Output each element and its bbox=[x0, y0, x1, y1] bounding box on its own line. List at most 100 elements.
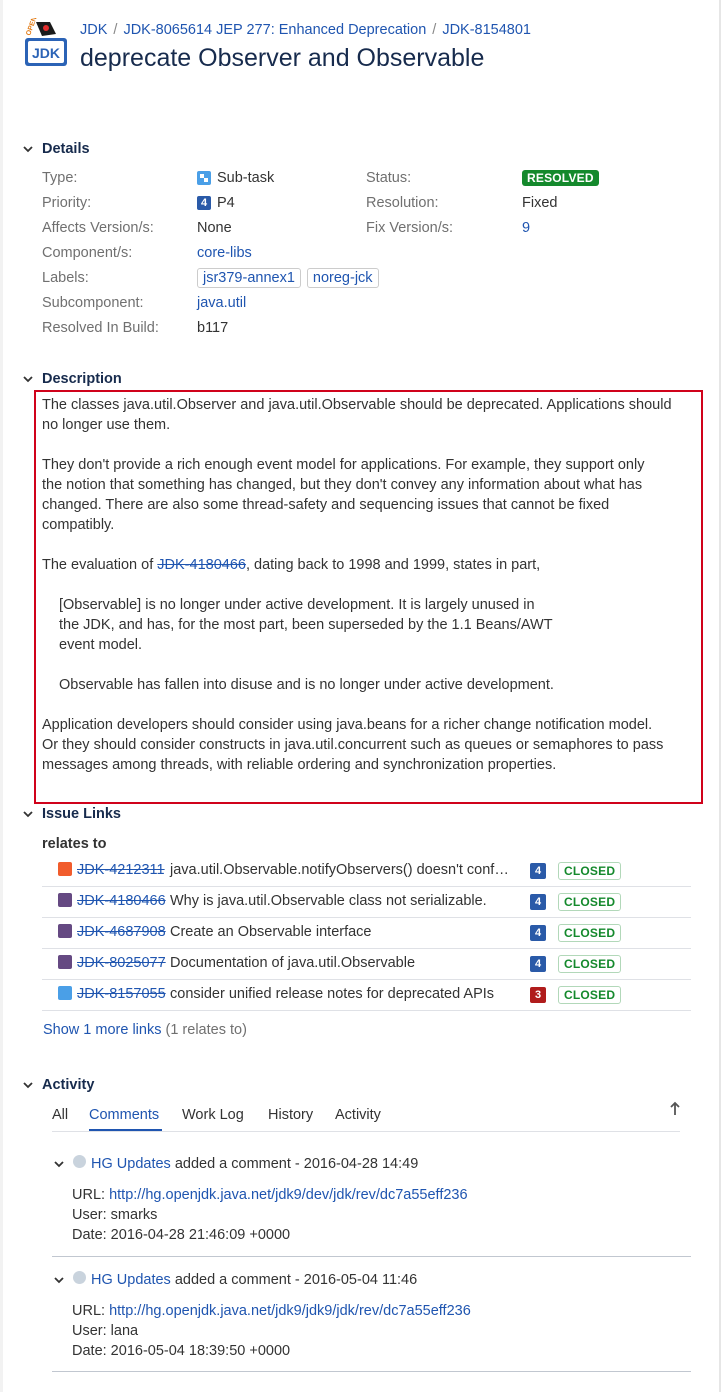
issue-page: JDK OPEN JDK / JDK-8065614 JEP 277: Enhanc… bbox=[0, 0, 721, 1392]
quote-line: [Observable] is no longer under active d… bbox=[59, 597, 535, 613]
issue-link-row[interactable]: JDK-4687908 Create an Observable interfac… bbox=[42, 917, 691, 949]
labels-list: jsr379-annex1 noreg-jck bbox=[197, 268, 385, 288]
comment-user: User: smarks bbox=[72, 1207, 158, 1223]
breadcrumb-parent-link[interactable]: JDK-8065614 JEP 277: Enhanced Deprecatio… bbox=[123, 22, 426, 38]
tab-history[interactable]: History bbox=[268, 1107, 313, 1123]
linked-issue-key[interactable]: JDK-8025077 bbox=[77, 955, 166, 971]
linked-issue-key[interactable]: JDK-8157055 bbox=[77, 986, 166, 1002]
issue-type-icon bbox=[58, 986, 72, 1000]
comment-url-link[interactable]: http://hg.openjdk.java.net/jdk9/jdk9/jdk… bbox=[109, 1303, 471, 1319]
linked-issue-key[interactable]: JDK-4180466 bbox=[77, 893, 166, 909]
description-line: Application developers should consider u… bbox=[42, 717, 653, 733]
comment-action: added a comment - 2016-04-28 14:49 bbox=[170, 1156, 419, 1172]
issue-link-row[interactable]: JDK-8157055 consider unified release note… bbox=[42, 979, 691, 1011]
comment-action: added a comment - 2016-05-04 11:46 bbox=[170, 1272, 418, 1288]
priority-icon: 4 bbox=[530, 894, 546, 910]
quote-line: the JDK, and has, for the most part, bee… bbox=[59, 617, 553, 633]
affects-version-value: None bbox=[197, 220, 232, 236]
resolved-in-build-label: Resolved In Build: bbox=[42, 320, 159, 336]
linked-issue-summary[interactable]: consider unified release notes for depre… bbox=[170, 986, 494, 1002]
description-line: no longer use them. bbox=[42, 417, 171, 433]
chevron-down-icon bbox=[22, 1079, 34, 1091]
quote-line: event model. bbox=[59, 637, 143, 653]
status-badge: CLOSED bbox=[558, 986, 622, 1004]
tab-activity[interactable]: Activity bbox=[335, 1107, 381, 1123]
breadcrumb-separator: / bbox=[432, 22, 437, 38]
sort-order-arrow-icon[interactable] bbox=[668, 1101, 682, 1121]
description-quote: [Observable] is no longer under active d… bbox=[59, 595, 553, 655]
priority-icon: 4 bbox=[530, 925, 546, 941]
tab-work-log[interactable]: Work Log bbox=[182, 1107, 244, 1123]
label-chip[interactable]: jsr379-annex1 bbox=[197, 268, 301, 288]
issue-link-row[interactable]: JDK-4212311 java.util.Observable.notifyOb… bbox=[42, 855, 691, 887]
breadcrumb-project-link[interactable]: JDK bbox=[80, 22, 107, 38]
comment-url-link[interactable]: http://hg.openjdk.java.net/jdk9/dev/jdk/… bbox=[109, 1187, 467, 1203]
description-line: the notion that something has changed, b… bbox=[42, 477, 643, 493]
issue-type-icon bbox=[58, 955, 72, 969]
activity-section-toggle[interactable]: Activity bbox=[22, 1077, 94, 1093]
issue-links-section-toggle[interactable]: Issue Links bbox=[22, 806, 121, 822]
description-text: , dating back to 1998 and 1999, states i… bbox=[245, 557, 541, 573]
type-text: Sub-task bbox=[217, 170, 275, 186]
subtask-icon bbox=[197, 171, 211, 185]
linked-issue-key[interactable]: JDK-4687908 bbox=[77, 924, 166, 940]
description-line: They don't provide a rich enough event m… bbox=[42, 457, 645, 473]
relates-to-heading: relates to bbox=[42, 836, 107, 852]
comment-author-link[interactable]: HG Updates bbox=[91, 1272, 171, 1288]
description-section-toggle[interactable]: Description bbox=[22, 371, 122, 387]
priority-icon: 3 bbox=[530, 987, 546, 1003]
priority-text: P4 bbox=[217, 195, 235, 211]
resolved-issue-link[interactable]: JDK-4180466 bbox=[157, 557, 246, 573]
issue-links-heading: Issue Links bbox=[42, 806, 121, 822]
linked-issue-summary[interactable]: Why is java.util.Observable class not se… bbox=[170, 893, 487, 909]
details-heading: Details bbox=[42, 141, 90, 157]
linked-issue-summary[interactable]: Create an Observable interface bbox=[170, 924, 372, 940]
subcomponent-link[interactable]: java.util bbox=[197, 295, 246, 311]
svg-text:JDK: JDK bbox=[32, 45, 60, 61]
priority-icon: 4 bbox=[530, 956, 546, 972]
comment-collapse-icon[interactable] bbox=[54, 1273, 64, 1289]
openjdk-logo-icon[interactable]: JDK OPEN bbox=[22, 16, 70, 70]
issue-link-row[interactable]: JDK-4180466 Why is java.util.Observable c… bbox=[42, 886, 691, 918]
description-paragraph: They don't provide a rich enough event m… bbox=[42, 455, 697, 535]
tab-all[interactable]: All bbox=[52, 1107, 68, 1123]
linked-issue-key[interactable]: JDK-4212311 bbox=[77, 862, 165, 878]
show-more-links-button[interactable]: Show 1 more links bbox=[43, 1022, 161, 1038]
labels-label: Labels: bbox=[42, 270, 89, 286]
linked-issue-summary[interactable]: java.util.Observable.notifyObservers() d… bbox=[170, 862, 509, 878]
fix-version-label: Fix Version/s: bbox=[366, 220, 454, 236]
breadcrumb-issue-link[interactable]: JDK-8154801 bbox=[442, 22, 531, 38]
type-value: Sub-task bbox=[197, 170, 274, 186]
description-line: compatibly. bbox=[42, 517, 115, 533]
status-label: Status: bbox=[366, 170, 412, 186]
description-paragraph: Application developers should consider u… bbox=[42, 715, 697, 775]
breadcrumb-separator: / bbox=[113, 22, 118, 38]
comment-collapse-icon[interactable] bbox=[54, 1157, 64, 1173]
component-link[interactable]: core-libs bbox=[197, 245, 252, 261]
type-label: Type: bbox=[42, 170, 78, 186]
status-badge: CLOSED bbox=[558, 862, 622, 880]
details-section-toggle[interactable]: Details bbox=[22, 141, 90, 157]
comment-user: User: lana bbox=[72, 1323, 139, 1339]
show-more-note: (1 relates to) bbox=[165, 1022, 247, 1038]
label-chip[interactable]: noreg-jck bbox=[306, 268, 379, 288]
chevron-down-icon bbox=[22, 143, 34, 155]
status-badge: RESOLVED bbox=[522, 170, 599, 186]
issue-type-icon bbox=[58, 862, 72, 876]
status-badge: CLOSED bbox=[558, 924, 622, 942]
comment-header: HG Updates added a comment - 2016-04-28 … bbox=[91, 1156, 418, 1172]
affects-version-label: Affects Version/s: bbox=[42, 220, 154, 236]
subcomponent-label: Subcomponent: bbox=[42, 295, 144, 311]
comment-divider bbox=[52, 1256, 691, 1257]
comment-author-link[interactable]: HG Updates bbox=[91, 1156, 171, 1172]
linked-issue-summary[interactable]: Documentation of java.util.Observable bbox=[170, 955, 415, 971]
tab-comments[interactable]: Comments bbox=[89, 1107, 159, 1123]
show-more-links: Show 1 more links (1 relates to) bbox=[43, 1022, 247, 1038]
description-paragraph: The evaluation of JDK-4180466, dating ba… bbox=[42, 555, 697, 575]
fix-version-link[interactable]: 9 bbox=[522, 220, 530, 236]
issue-link-row[interactable]: JDK-8025077 Documentation of java.util.Ob… bbox=[42, 948, 691, 980]
description-line: changed. There are also some thread-safe… bbox=[42, 497, 610, 513]
avatar bbox=[73, 1155, 86, 1168]
comment-url-label: URL: bbox=[72, 1303, 110, 1319]
comment-body-line: URL: http://hg.openjdk.java.net/jdk9/dev… bbox=[72, 1187, 468, 1203]
